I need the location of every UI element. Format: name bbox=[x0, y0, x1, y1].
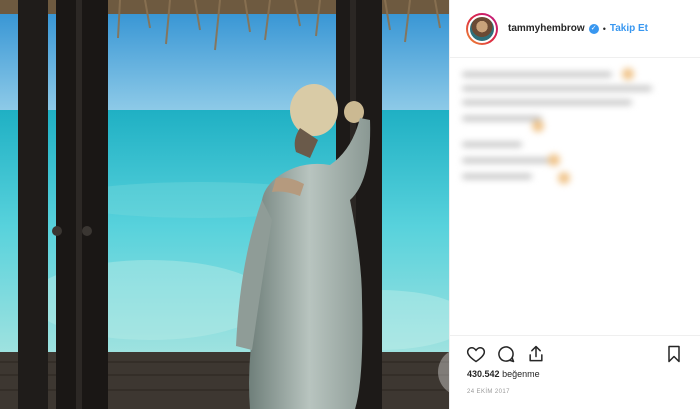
comment-icon[interactable] bbox=[496, 344, 516, 364]
likes-number: 430.542 bbox=[467, 369, 500, 379]
username-link[interactable]: tammyhembrow bbox=[508, 23, 585, 34]
likes-label: beğenme bbox=[502, 369, 540, 379]
follow-button[interactable]: Takip Et bbox=[610, 23, 648, 34]
post-side-panel: tammyhembrow ✓ • Takip Et 430.542 beğenm… bbox=[449, 0, 700, 409]
bookmark-icon[interactable] bbox=[664, 344, 684, 364]
blurred-comments bbox=[462, 64, 687, 194]
post-photo[interactable] bbox=[0, 0, 449, 409]
likes-count[interactable]: 430.542 beğenme bbox=[467, 369, 540, 379]
photo-illustration bbox=[0, 0, 449, 409]
avatar[interactable] bbox=[466, 12, 498, 45]
instagram-post: tammyhembrow ✓ • Takip Et 430.542 beğenm… bbox=[0, 0, 700, 409]
post-date[interactable]: 24 EKİM 2017 bbox=[467, 389, 510, 395]
avatar-image bbox=[468, 14, 496, 43]
share-icon[interactable] bbox=[526, 344, 546, 364]
post-header: tammyhembrow ✓ • Takip Et bbox=[450, 0, 700, 58]
verified-badge-icon: ✓ bbox=[588, 23, 599, 34]
heart-icon[interactable] bbox=[466, 344, 486, 364]
separator-dot: • bbox=[602, 23, 606, 34]
